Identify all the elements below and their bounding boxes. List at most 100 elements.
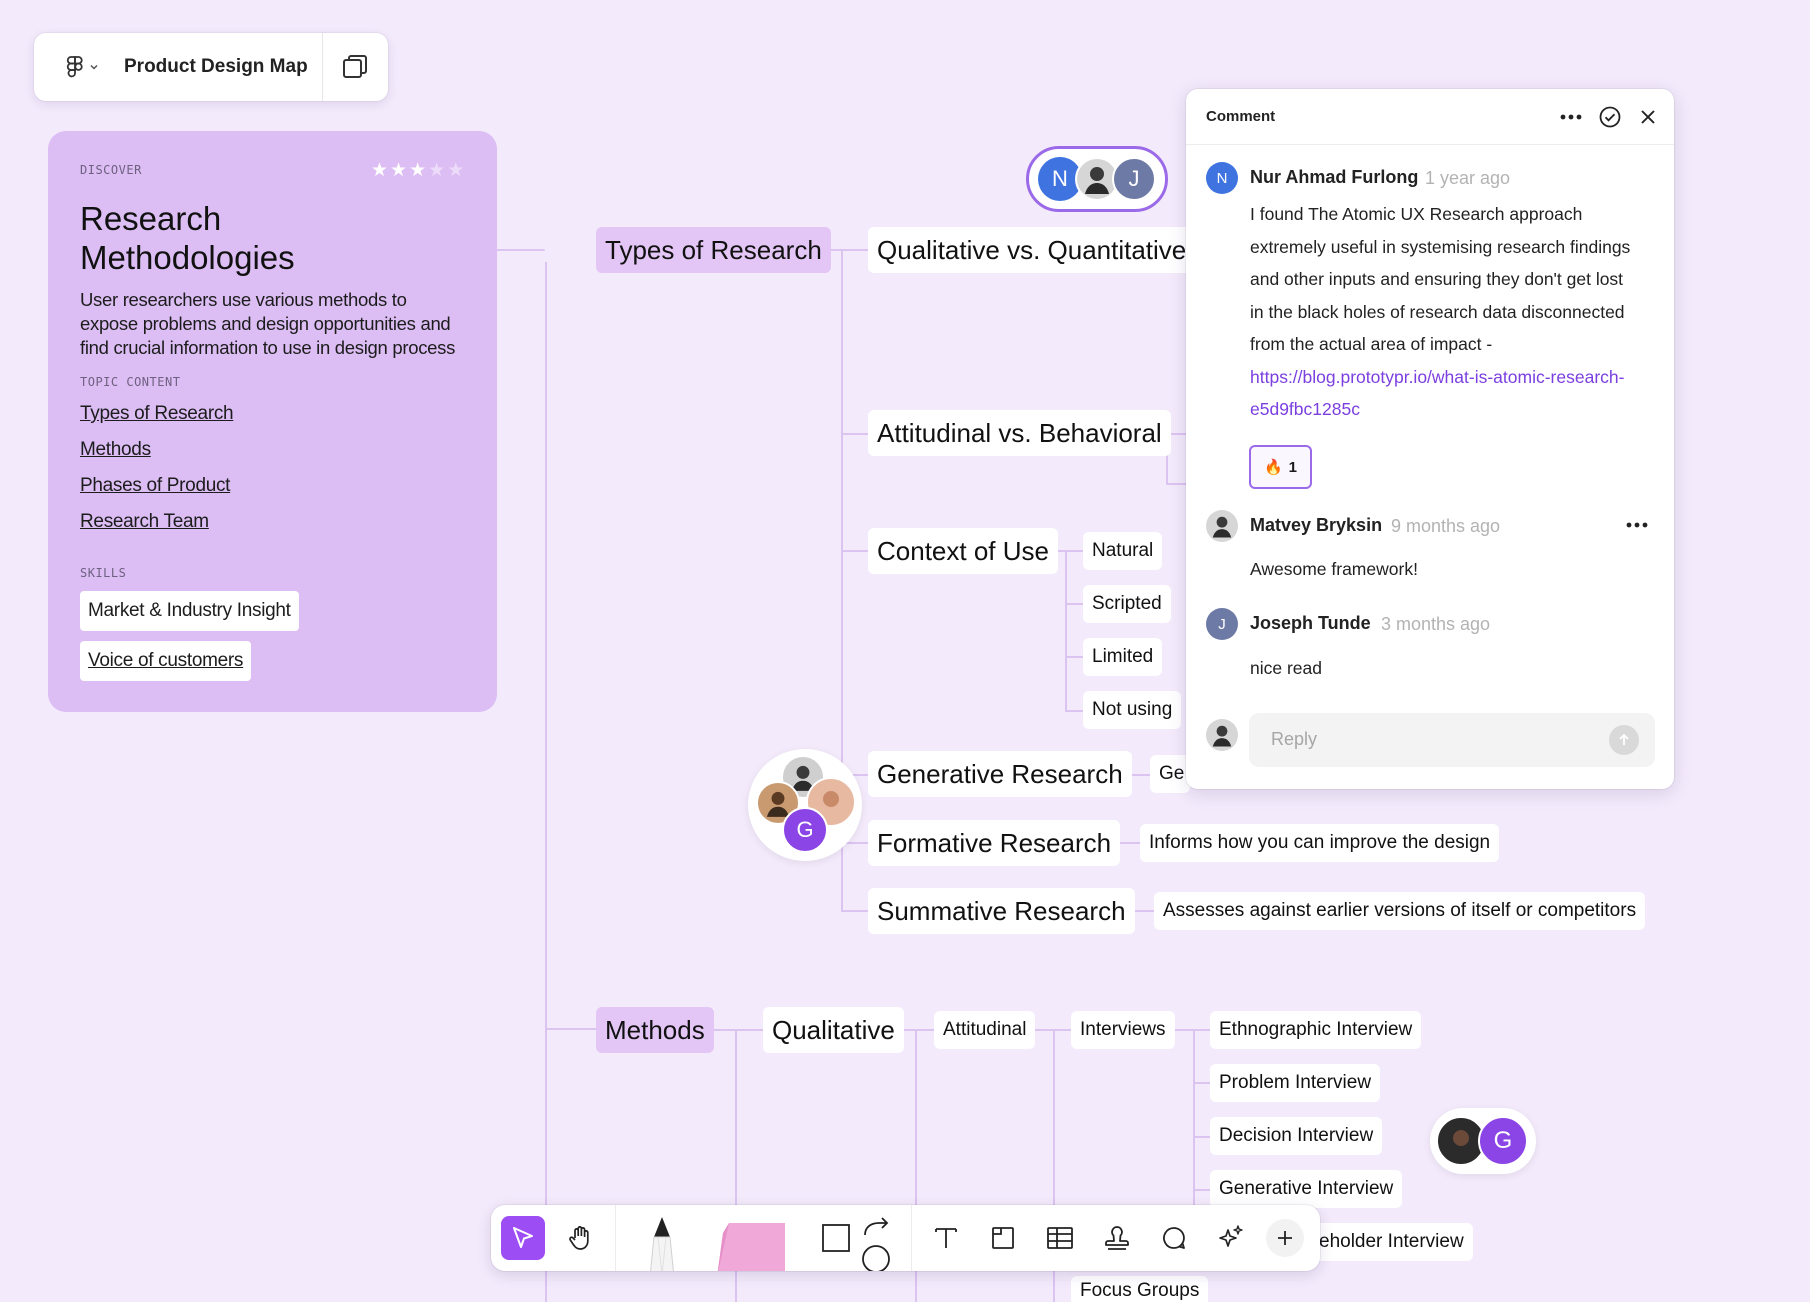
map-node-not-using[interactable]: Not using: [1083, 691, 1182, 729]
comment-panel: Comment N Nur Ahmad Furlong 1 year ago I…: [1186, 89, 1674, 789]
map-node-natural[interactable]: Natural: [1083, 532, 1163, 570]
map-node-formative-research[interactable]: Formative Research: [868, 820, 1121, 866]
reply-input[interactable]: Reply: [1249, 713, 1655, 767]
map-node-context-of-use[interactable]: Context of Use: [868, 528, 1058, 574]
comment-avatar: N: [1206, 162, 1238, 194]
more-options-button[interactable]: [1558, 105, 1584, 129]
map-node-qualitative[interactable]: Qualitative: [763, 1007, 904, 1053]
file-title[interactable]: Product Design Map: [124, 56, 308, 78]
person-icon: [766, 791, 790, 817]
send-reply-button[interactable]: [1609, 725, 1639, 755]
map-node-generative-research[interactable]: Generative Research: [868, 751, 1132, 797]
person-icon: [1085, 167, 1109, 194]
topic-link-methods[interactable]: Methods: [80, 439, 151, 461]
rating-stars[interactable]: ★ ★ ★ ★ ★: [371, 161, 464, 180]
comment-body: I found The Atomic UX Research approach …: [1250, 198, 1640, 426]
connector-tool-button[interactable]: [859, 1213, 893, 1271]
person-icon: [823, 791, 839, 807]
stamp-icon: [1105, 1226, 1129, 1250]
map-node-focus-groups[interactable]: Focus Groups: [1071, 1276, 1209, 1302]
close-button[interactable]: [1635, 104, 1661, 130]
comment-more-button[interactable]: [1624, 519, 1650, 531]
person-icon: [1212, 725, 1232, 747]
sticky-note-tool-button[interactable]: [713, 1219, 789, 1271]
comment-tool-button[interactable]: [1152, 1216, 1196, 1260]
map-node-methods[interactable]: Methods: [596, 1007, 714, 1053]
topic-card[interactable]: DISCOVER ★ ★ ★ ★ ★ Research Methodologies Us…: [48, 131, 497, 712]
person-icon: [1212, 516, 1232, 538]
star-filled-icon[interactable]: ★: [390, 161, 407, 180]
more-horizontal-icon: [1626, 522, 1648, 528]
hand-tool-button[interactable]: [558, 1216, 602, 1260]
current-user-avatar: [1206, 719, 1238, 751]
add-tool-button[interactable]: [1266, 1219, 1304, 1257]
comment-panel-header: Comment: [1186, 89, 1674, 145]
comment-panel-title: Comment: [1206, 108, 1276, 125]
comment-link[interactable]: https://blog.prototypr.io/what-is-atomic…: [1250, 367, 1624, 420]
pen-tool-button[interactable]: [641, 1215, 683, 1271]
pages-button[interactable]: [322, 33, 388, 101]
map-node-summative-desc[interactable]: Assesses against earlier versions of its…: [1154, 892, 1646, 930]
map-node-problem-interview[interactable]: Problem Interview: [1210, 1064, 1381, 1102]
star-empty-icon[interactable]: ★: [428, 161, 445, 180]
sticky-note-icon: [717, 1223, 785, 1271]
section-icon: [992, 1227, 1014, 1249]
card-description: User researchers use various methods to …: [80, 289, 456, 358]
text-tool-button[interactable]: [924, 1216, 968, 1260]
star-filled-icon[interactable]: ★: [371, 161, 388, 180]
card-eyebrow: DISCOVER: [80, 163, 142, 177]
reaction-chip[interactable]: 🔥 1: [1249, 445, 1312, 489]
map-node-stakeholder-interview[interactable]: eholder Interview: [1310, 1223, 1473, 1261]
skill-chip[interactable]: Voice of customers: [80, 641, 252, 681]
close-icon: [1641, 110, 1655, 124]
comment-author: Nur Ahmad Furlong: [1250, 167, 1419, 187]
reaction-count: 1: [1288, 458, 1298, 476]
move-tool-button[interactable]: [501, 1216, 545, 1260]
shape-tool-button[interactable]: [814, 1216, 858, 1260]
map-node-interviews[interactable]: Interviews: [1071, 1011, 1175, 1049]
section-tool-button[interactable]: [981, 1216, 1025, 1260]
avatar[interactable]: G: [1478, 1116, 1528, 1166]
ai-tool-button[interactable]: [1209, 1216, 1253, 1260]
fire-emoji-icon: 🔥: [1263, 459, 1283, 476]
reply-placeholder: Reply: [1271, 729, 1318, 749]
topic-content-label: TOPIC CONTENT: [80, 375, 181, 389]
map-node-summative-research[interactable]: Summative Research: [868, 888, 1135, 934]
comment-author: Joseph Tunde: [1250, 613, 1371, 633]
map-node-ethnographic-interview[interactable]: Ethnographic Interview: [1210, 1011, 1422, 1049]
map-node-limited[interactable]: Limited: [1083, 638, 1163, 676]
file-title-bar: Product Design Map: [34, 33, 388, 101]
divider: [615, 1205, 616, 1271]
plus-icon: [1278, 1231, 1292, 1245]
text-icon: [935, 1228, 957, 1248]
collaborator-avatars-left[interactable]: G: [748, 749, 862, 861]
map-node-types-of-research[interactable]: Types of Research: [596, 227, 831, 273]
resolve-button[interactable]: [1597, 104, 1623, 130]
map-node-formative-desc[interactable]: Informs how you can improve the design: [1140, 824, 1500, 862]
map-node-generative-interview[interactable]: Generative Interview: [1210, 1170, 1403, 1208]
collaborator-avatars-top[interactable]: N J: [1026, 146, 1168, 212]
map-node-attitudinal[interactable]: Attitudinal: [934, 1011, 1036, 1049]
arrow-circle-icon: [862, 1217, 890, 1271]
map-node-generative-desc[interactable]: Ge: [1150, 755, 1190, 793]
topic-link-research-team[interactable]: Research Team: [80, 511, 209, 533]
skill-chip[interactable]: Market & Industry Insight: [80, 591, 299, 631]
topic-link-types-of-research[interactable]: Types of Research: [80, 403, 234, 425]
map-node-decision-interview[interactable]: Decision Interview: [1210, 1117, 1383, 1155]
comment-time: 9 months ago: [1391, 516, 1501, 536]
map-node-attitudinal-vs-behavioral[interactable]: Attitudinal vs. Behavioral: [868, 410, 1171, 456]
stamp-tool-button[interactable]: [1095, 1216, 1139, 1260]
collaborator-avatars-right[interactable]: G: [1430, 1108, 1536, 1174]
avatar[interactable]: G: [782, 807, 828, 853]
map-node-scripted[interactable]: Scripted: [1083, 585, 1171, 623]
comment-text: I found The Atomic UX Research approach …: [1250, 204, 1631, 354]
map-node-qual-vs-quant[interactable]: Qualitative vs. Quantitative: [868, 227, 1196, 273]
star-empty-icon[interactable]: ★: [447, 161, 464, 180]
sparkle-icon: [1219, 1225, 1243, 1247]
pen-icon: [650, 1217, 674, 1271]
star-filled-icon[interactable]: ★: [409, 161, 426, 180]
main-menu-button[interactable]: [50, 33, 114, 101]
table-tool-button[interactable]: [1038, 1216, 1082, 1260]
avatar[interactable]: J: [1112, 157, 1156, 201]
topic-link-phases-of-product[interactable]: Phases of Product: [80, 475, 230, 497]
